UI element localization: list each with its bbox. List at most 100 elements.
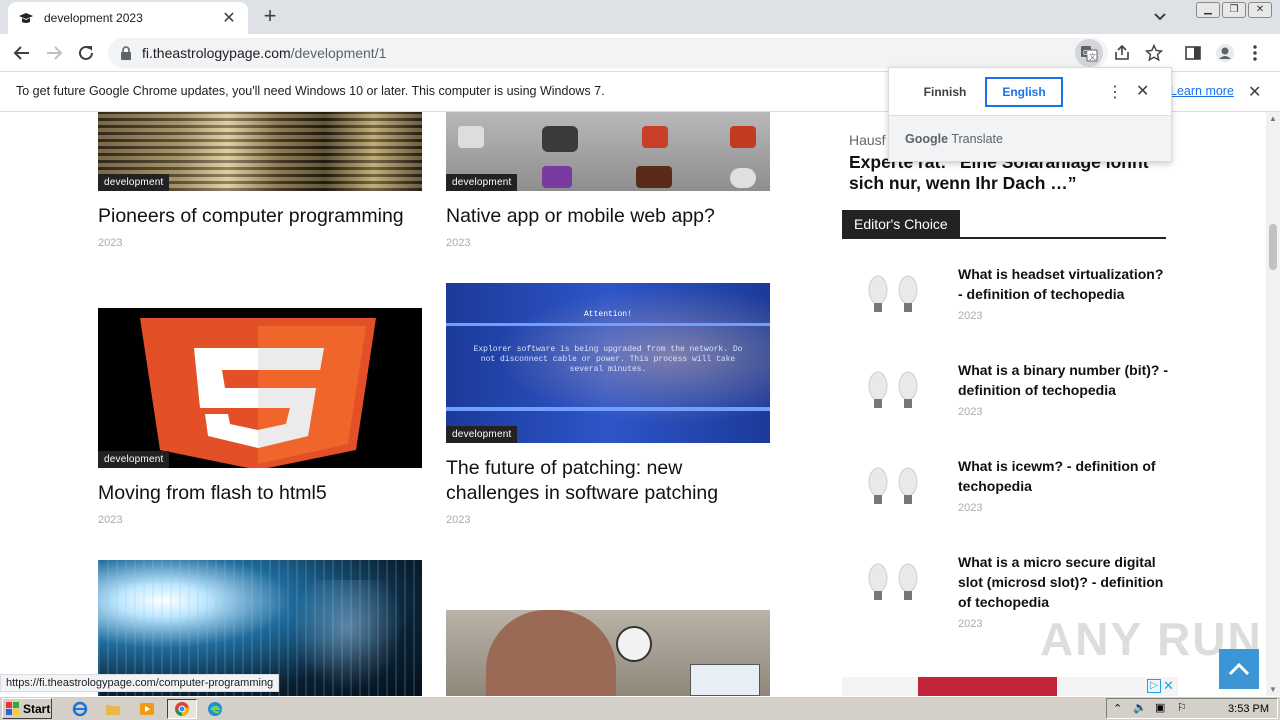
article-title[interactable]: Native app or mobile web app? <box>446 204 776 229</box>
learn-more-link[interactable]: Learn more <box>1170 84 1234 98</box>
chevron-up-icon <box>1228 662 1250 676</box>
close-window-button[interactable]: ✕ <box>1248 2 1272 18</box>
reload-button[interactable] <box>74 41 98 65</box>
sidebar-list-item[interactable]: What is a binary number (bit)? - definit… <box>842 360 1168 440</box>
ad-source-label[interactable]: Hausf <box>849 132 886 148</box>
category-badge[interactable]: development <box>98 451 170 468</box>
source-language-tab[interactable]: Finnish <box>905 78 985 106</box>
monitor-shape <box>690 664 760 696</box>
translate-page-button[interactable]: G文 <box>1075 39 1103 67</box>
tray-volume-icon[interactable]: 🔈 <box>1133 701 1147 714</box>
sidebar-item-title[interactable]: What is headset virtualization? - defini… <box>958 264 1168 304</box>
new-tab-button[interactable]: + <box>258 5 282 29</box>
sidebar-item-date: 2023 <box>958 618 983 630</box>
app-tile <box>542 126 578 152</box>
article-thumbnail[interactable]: development <box>98 112 422 191</box>
ad-info-icon[interactable]: ▷ <box>1147 679 1161 693</box>
category-badge[interactable]: development <box>446 426 518 443</box>
share-button[interactable] <box>1111 42 1133 64</box>
translate-close-icon[interactable]: ✕ <box>1136 81 1149 101</box>
window-controls: ▁ ❐ ✕ <box>1196 2 1272 18</box>
side-panel-button[interactable] <box>1182 42 1204 64</box>
lightbulb-icon <box>868 563 918 600</box>
menu-button[interactable] <box>1244 42 1266 64</box>
brand-translate: Translate <box>951 132 1003 146</box>
windows-taskbar: Start ⌃ 🔈 ▣ ⚐ 3:53 PM <box>0 696 1280 720</box>
category-badge[interactable]: development <box>446 174 518 191</box>
url-host: fi.theastrologypage.com <box>142 45 291 61</box>
thumb-attention-text: Attention! <box>583 310 632 319</box>
sidebar-item-title[interactable]: What is a binary number (bit)? - definit… <box>958 360 1168 400</box>
article-title[interactable]: Pioneers of computer programming <box>98 204 438 229</box>
scroll-down-arrow-icon[interactable]: ▼ <box>1269 685 1277 694</box>
tray-flag-icon[interactable]: ⚐ <box>1177 701 1187 714</box>
back-button[interactable] <box>10 41 34 65</box>
article-date: 2023 <box>446 237 471 249</box>
ad-image[interactable] <box>918 677 1057 696</box>
taskbar-ie[interactable] <box>70 699 90 719</box>
google-translate-brand: Google Translate <box>905 132 1003 146</box>
html5-logo-icon <box>140 318 376 468</box>
forward-button[interactable] <box>42 41 66 65</box>
scrollbar-thumb[interactable] <box>1269 224 1277 270</box>
page-content: development Pioneers of computer program… <box>0 112 1266 696</box>
url-text: fi.theastrologypage.com/development/1 <box>142 45 386 61</box>
sidebar-list-item[interactable]: What is icewm? - definition of techopedi… <box>842 456 1166 536</box>
translate-icon: G文 <box>1081 46 1098 62</box>
minimize-button[interactable]: ▁ <box>1196 2 1220 18</box>
taskbar-edge[interactable] <box>205 699 225 719</box>
article-thumbnail[interactable]: development <box>98 308 422 468</box>
bookmark-button[interactable] <box>1143 42 1165 64</box>
sidebar-item-title[interactable]: What is icewm? - definition of techopedi… <box>958 456 1168 496</box>
translate-popup: Finnish English ⋮ ✕ Google Translate <box>888 67 1172 162</box>
restore-button[interactable]: ❐ <box>1222 2 1246 18</box>
system-tray: ⌃ 🔈 ▣ ⚐ 3:53 PM <box>1106 698 1278 719</box>
reload-icon <box>79 45 93 60</box>
app-tile <box>642 126 668 148</box>
scroll-up-arrow-icon[interactable]: ▲ <box>1269 114 1277 123</box>
star-icon <box>1145 44 1163 62</box>
avatar-icon <box>1216 44 1234 62</box>
sidebar-item-date: 2023 <box>958 310 983 322</box>
article-thumbnail[interactable] <box>446 610 770 696</box>
target-language-tab[interactable]: English <box>985 77 1063 107</box>
person-shape <box>486 610 616 696</box>
sidebar-item-title[interactable]: What is a micro secure digital slot (mic… <box>958 552 1168 612</box>
category-badge[interactable]: development <box>98 174 170 191</box>
taskbar-explorer[interactable] <box>103 699 123 719</box>
app-tile <box>730 168 756 188</box>
start-button[interactable]: Start <box>2 698 52 719</box>
article-thumbnail[interactable]: development <box>446 112 770 191</box>
internet-explorer-icon <box>72 701 88 717</box>
start-label: Start <box>23 701 51 716</box>
ad-banner[interactable]: ▷ ✕ <box>842 677 1178 696</box>
article-title[interactable]: The future of patching: new challenges i… <box>446 456 766 506</box>
tab-search-chevron-icon[interactable] <box>1150 8 1170 26</box>
article-title[interactable]: Moving from flash to html5 <box>98 481 428 506</box>
tray-network-icon[interactable]: ▣ <box>1155 701 1165 714</box>
infobar-close-icon[interactable]: ✕ <box>1248 82 1261 102</box>
svg-text:G: G <box>1083 50 1088 57</box>
taskbar-clock[interactable]: 3:53 PM <box>1228 703 1269 715</box>
profile-button[interactable] <box>1214 42 1236 64</box>
page-scrollbar[interactable]: ▲ ▼ <box>1266 112 1280 696</box>
tray-expand-icon[interactable]: ⌃ <box>1113 702 1122 715</box>
translate-options-icon[interactable]: ⋮ <box>1107 82 1123 102</box>
scroll-to-top-button[interactable] <box>1219 649 1259 689</box>
media-player-icon <box>140 703 154 715</box>
taskbar-chrome[interactable] <box>167 699 197 719</box>
divider-line <box>446 323 770 326</box>
tab-close-icon[interactable]: ✕ <box>220 8 238 28</box>
clock-shape <box>616 626 652 662</box>
side-panel-icon <box>1185 46 1201 60</box>
browser-tab[interactable]: development 2023 ✕ <box>8 2 248 34</box>
url-path: /development/1 <box>290 45 387 61</box>
taskbar-media-player[interactable] <box>137 699 157 719</box>
lightbulb-icon <box>868 371 918 408</box>
ad-close-icon[interactable]: ✕ <box>1163 678 1174 694</box>
article-thumbnail[interactable]: Attention! Explorer software is being up… <box>446 283 770 443</box>
sidebar-list-item[interactable]: What is headset virtualization? - defini… <box>842 264 1166 344</box>
article-date: 2023 <box>446 514 471 526</box>
article-date: 2023 <box>98 237 123 249</box>
address-bar[interactable]: fi.theastrologypage.com/development/1 <box>108 38 1108 68</box>
